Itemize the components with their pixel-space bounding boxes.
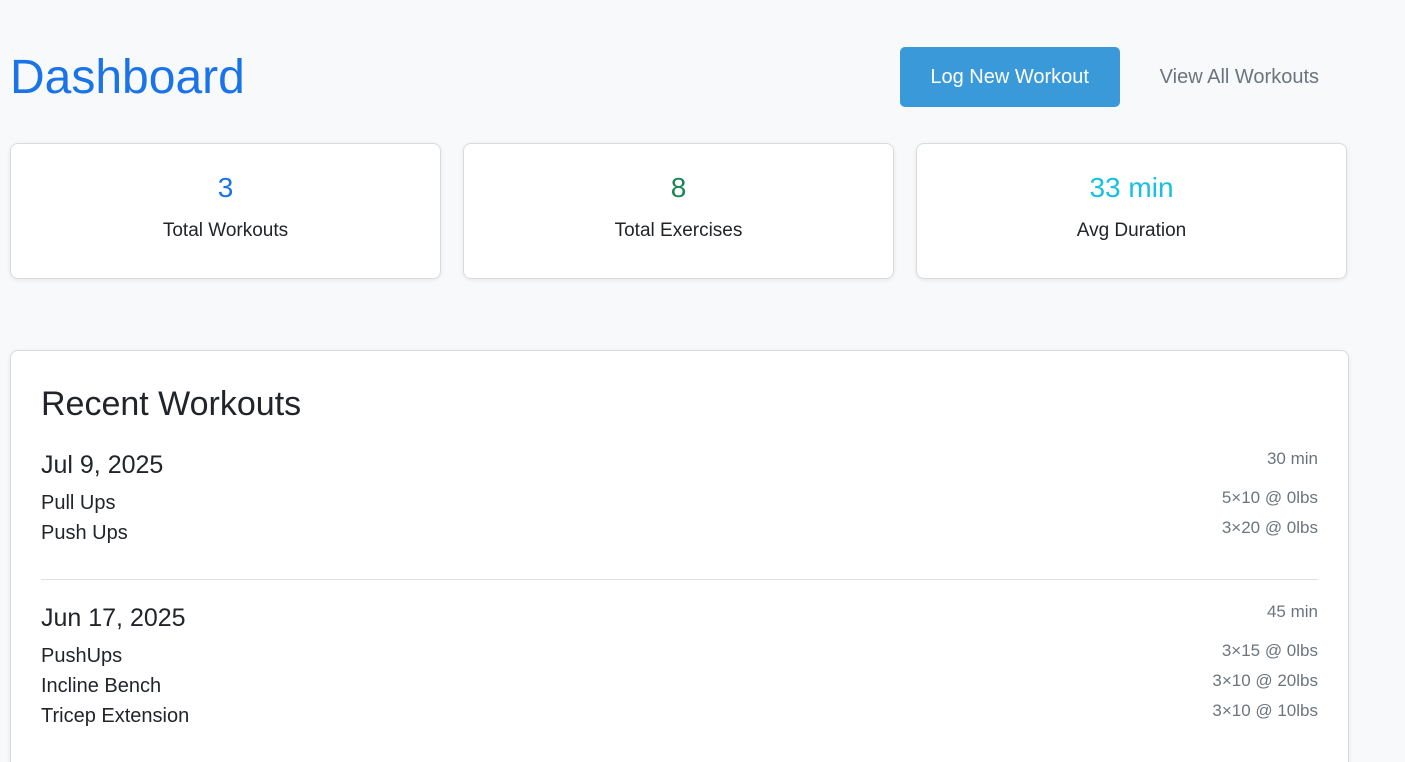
exercise-list: PushUps 3×15 @ 0lbs Incline Bench 3×10 @…	[41, 641, 1318, 734]
exercise-name: Incline Bench	[41, 675, 162, 697]
header: Dashboard Log New Workout View All Worko…	[10, 46, 1348, 108]
exercise-detail: 3×10 @ 10lbs	[1212, 701, 1318, 720]
workout-duration: 30 min	[1266, 449, 1318, 468]
workout-entry: Jun 17, 2025 45 min PushUps 3×15 @ 0lbs …	[41, 580, 1318, 762]
stat-value: 33 min	[1089, 172, 1174, 203]
exercise-row: Pull Ups 5×10 @ 0lbs	[41, 488, 1318, 521]
exercise-detail: 3×20 @ 0lbs	[1221, 518, 1318, 537]
workout-date: Jul 9, 2025	[41, 451, 164, 479]
exercise-row: PushUps 3×15 @ 0lbs	[41, 641, 1318, 674]
recent-workouts-title: Recent Workouts	[41, 385, 302, 423]
view-all-workouts-link[interactable]: View All Workouts	[1160, 66, 1319, 89]
stat-card-total-exercises: 8 Total Exercises	[463, 143, 894, 279]
exercise-detail: 5×10 @ 0lbs	[1221, 488, 1318, 507]
stats-row: 3 Total Workouts 8 Total Exercises 33 mi…	[10, 143, 1347, 279]
exercise-name: Tricep Extension	[41, 705, 190, 727]
workout-duration: 45 min	[1266, 602, 1318, 621]
workout-entry: Jul 9, 2025 30 min Pull Ups 5×10 @ 0lbs …	[41, 449, 1318, 580]
header-actions: Log New Workout View All Workouts	[899, 47, 1348, 107]
stat-card-avg-duration: 33 min Avg Duration	[916, 143, 1347, 279]
workout-header: Jun 17, 2025 45 min	[41, 602, 1318, 632]
stat-label: Avg Duration	[1076, 220, 1187, 241]
exercise-detail: 3×15 @ 0lbs	[1221, 641, 1318, 660]
exercise-name: Pull Ups	[41, 492, 116, 514]
exercise-row: Tricep Extension 3×10 @ 10lbs	[41, 701, 1318, 734]
dashboard-page: Dashboard Log New Workout View All Worko…	[0, 0, 1405, 762]
exercise-detail: 3×10 @ 20lbs	[1212, 671, 1318, 690]
workout-header: Jul 9, 2025 30 min	[41, 449, 1318, 479]
stat-label: Total Workouts	[162, 220, 289, 241]
page-title: Dashboard	[10, 51, 245, 104]
exercise-name: PushUps	[41, 645, 123, 667]
log-new-workout-button[interactable]: Log New Workout	[899, 47, 1120, 107]
exercise-row: Push Ups 3×20 @ 0lbs	[41, 518, 1318, 551]
stat-card-total-workouts: 3 Total Workouts	[10, 143, 441, 279]
exercise-list: Pull Ups 5×10 @ 0lbs Push Ups 3×20 @ 0lb…	[41, 488, 1318, 551]
exercise-row: Incline Bench 3×10 @ 20lbs	[41, 671, 1318, 704]
stat-label: Total Exercises	[614, 220, 743, 241]
stat-value: 8	[670, 172, 687, 203]
workout-date: Jun 17, 2025	[41, 604, 186, 632]
stat-value: 3	[217, 172, 234, 203]
exercise-name: Push Ups	[41, 522, 128, 544]
recent-workouts-card: Recent Workouts Jul 9, 2025 30 min Pull …	[10, 350, 1349, 762]
